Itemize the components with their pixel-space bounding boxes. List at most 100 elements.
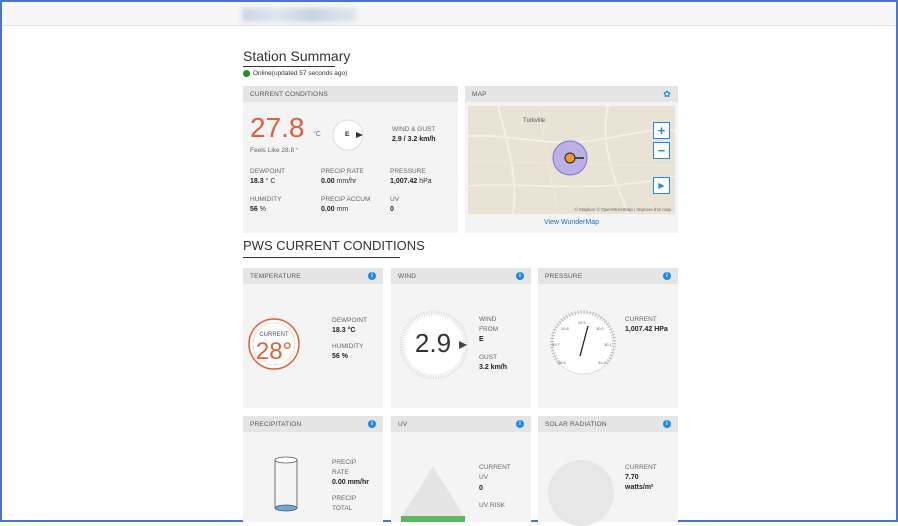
uv-current-label-2: UV — [479, 474, 489, 481]
dewpoint-value: 18.3 — [250, 178, 264, 185]
solar-unit: watts/m² — [625, 484, 654, 491]
wind-card: WIND i 2.9 WIND FROM E GUST 3.2 km/h — [391, 268, 531, 408]
wind-from-value: E — [479, 336, 484, 343]
map-place-label: Turkville — [523, 118, 546, 124]
uv-card: UV i CURRENT UV 0 UV RISK — [391, 416, 531, 522]
station-marker-icon[interactable] — [552, 140, 588, 176]
pressure-card: PRESSURE i 29.9 29.8 30.0 29.7 30.1 29.6… — [538, 268, 678, 408]
precip-accum-unit: mm — [336, 206, 349, 213]
play-button[interactable]: ▶ — [653, 177, 670, 194]
map-header: MAP ✿ — [465, 86, 678, 102]
pws-section-title: PWS CURRENT CONDITIONS — [243, 238, 425, 253]
wind-gust-value: 2.9 / 3.2 km/h — [392, 136, 436, 143]
pressure-tick-right: 30.0 — [596, 326, 604, 331]
pws-precip-rate-value: 0.00 mm/hr — [332, 479, 369, 486]
precipitation-card: PRECIPITATION i PRECIP RATE 0.00 mm/hr P… — [243, 416, 383, 522]
solar-radiation-card: SOLAR RADIATION i CURRENT 7.70 watts/m² — [538, 416, 678, 526]
pressure-label: PRESSURE — [390, 168, 426, 175]
temperature-header: TEMPERATURE i — [243, 268, 383, 284]
temperature-gauge-value: 28° — [255, 338, 293, 365]
current-conditions-card: CURRENT CONDITIONS 27.8 °C Feels Like 28… — [243, 86, 458, 233]
pressure-tick-far-left: 29.7 — [552, 342, 560, 347]
pressure-header: PRESSURE i — [538, 268, 678, 284]
map-card: MAP ✿ Turkville + − ▶ © Mapbox © OpenStr… — [465, 86, 678, 233]
zoom-out-button[interactable]: − — [653, 142, 670, 159]
feels-like: Feels Like 28.8 ° — [250, 147, 299, 154]
rain-gauge-icon — [274, 456, 298, 512]
title-underline — [243, 66, 335, 67]
precipitation-title: PRECIPITATION — [250, 420, 302, 428]
precip-rate-label: PRECIP RATE — [321, 168, 364, 175]
wind-gust-value-pws: 3.2 km/h — [479, 364, 508, 371]
current-conditions-header: CURRENT CONDITIONS — [243, 86, 458, 102]
current-temp-unit: °C — [313, 131, 321, 138]
pressure-tick-bottom-right: 30.2 — [598, 360, 606, 365]
solar-current-value: 7.70 — [625, 474, 639, 481]
pressure-unit: hPa — [419, 178, 432, 185]
temperature-title: TEMPERATURE — [250, 272, 301, 280]
temperature-card: TEMPERATURE i CURRENT 28° DEWPOINT 18.3 … — [243, 268, 383, 408]
dewpoint-unit: ° C — [265, 178, 276, 185]
pws-dewpoint-value: 18.3 °C — [332, 327, 356, 334]
humidity-value: 56 — [250, 206, 258, 213]
info-icon[interactable]: i — [516, 420, 524, 428]
wind-header: WIND i — [391, 268, 531, 284]
pressure-tick-left: 29.8 — [561, 326, 569, 331]
wind-speed-value: 2.9 — [414, 328, 452, 358]
map-view[interactable]: Turkville + − ▶ © Mapbox © OpenStreetMap… — [468, 106, 675, 214]
info-icon[interactable]: i — [368, 272, 376, 280]
current-conditions-title: CURRENT CONDITIONS — [250, 90, 328, 98]
wind-direction: E — [345, 131, 350, 138]
solar-current-label: CURRENT — [625, 464, 657, 471]
status-text: Online(updated 57 seconds ago) — [253, 70, 348, 77]
info-icon[interactable]: i — [663, 272, 671, 280]
info-icon[interactable]: i — [516, 272, 524, 280]
info-icon[interactable]: i — [663, 420, 671, 428]
solar-radiation-header: SOLAR RADIATION i — [538, 416, 678, 432]
uv-title: UV — [398, 420, 408, 428]
blurred-site-logo — [242, 8, 357, 22]
pressure-title: PRESSURE — [545, 272, 583, 280]
precip-accum-row: 0.00 mm — [321, 206, 348, 213]
top-bar — [2, 2, 896, 26]
solar-sun-icon — [548, 460, 614, 526]
precip-accum-label: PRECIP ACCUM — [321, 196, 371, 203]
wind-from-label-2: FROM — [479, 326, 499, 333]
section-underline — [243, 257, 400, 258]
wind-gust-label-pws: GUST — [479, 354, 498, 361]
zoom-in-button[interactable]: + — [653, 122, 670, 139]
humidity-label: HUMIDITY — [250, 196, 282, 203]
precipitation-header: PRECIPITATION i — [243, 416, 383, 432]
dewpoint-label: DEWPOINT — [250, 168, 286, 175]
humidity-row: 56 % — [250, 206, 266, 213]
uv-risk-label: UV RISK — [479, 502, 506, 509]
precip-rate-unit: mm/hr — [336, 178, 357, 185]
pressure-value: 1,007.42 — [390, 178, 418, 185]
uv-label: UV — [390, 196, 400, 203]
map-title: MAP — [472, 90, 487, 98]
page-title: Station Summary — [243, 48, 351, 64]
pws-humidity-label: HUMIDITY — [332, 343, 364, 350]
wind-gust-label: WIND & GUST — [392, 126, 436, 133]
pressure-row: 1,007.42 hPa — [390, 178, 432, 185]
humidity-unit: % — [259, 206, 266, 213]
pressure-tick-bottom-left: 29.6 — [558, 360, 566, 365]
view-wundermap-link[interactable]: View WunderMap — [465, 219, 678, 226]
gear-icon[interactable]: ✿ — [663, 90, 671, 99]
map-attribution[interactable]: © Mapbox © OpenStreetMap | Improve this … — [575, 207, 671, 212]
uv-header: UV i — [391, 416, 531, 432]
precip-rate-label-2: RATE — [332, 469, 349, 476]
info-icon[interactable]: i — [368, 420, 376, 428]
precip-accum-value: 0.00 — [321, 206, 335, 213]
uv-value: 0 — [390, 206, 394, 213]
pws-dewpoint-label: DEWPOINT — [332, 317, 368, 324]
wind-from-label-1: WIND — [479, 316, 497, 323]
precip-rate-row: 0.00 mm/hr — [321, 178, 356, 185]
precip-rate-label-1: PRECIP — [332, 459, 357, 466]
pressure-tick-far-right: 30.1 — [604, 342, 612, 347]
uv-pyramid-icon — [401, 466, 465, 522]
precip-rate-value: 0.00 — [321, 178, 335, 185]
uv-current-label-1: CURRENT — [479, 464, 511, 471]
solar-radiation-title: SOLAR RADIATION — [545, 420, 607, 428]
precip-total-label-1: PRECIP — [332, 495, 357, 502]
